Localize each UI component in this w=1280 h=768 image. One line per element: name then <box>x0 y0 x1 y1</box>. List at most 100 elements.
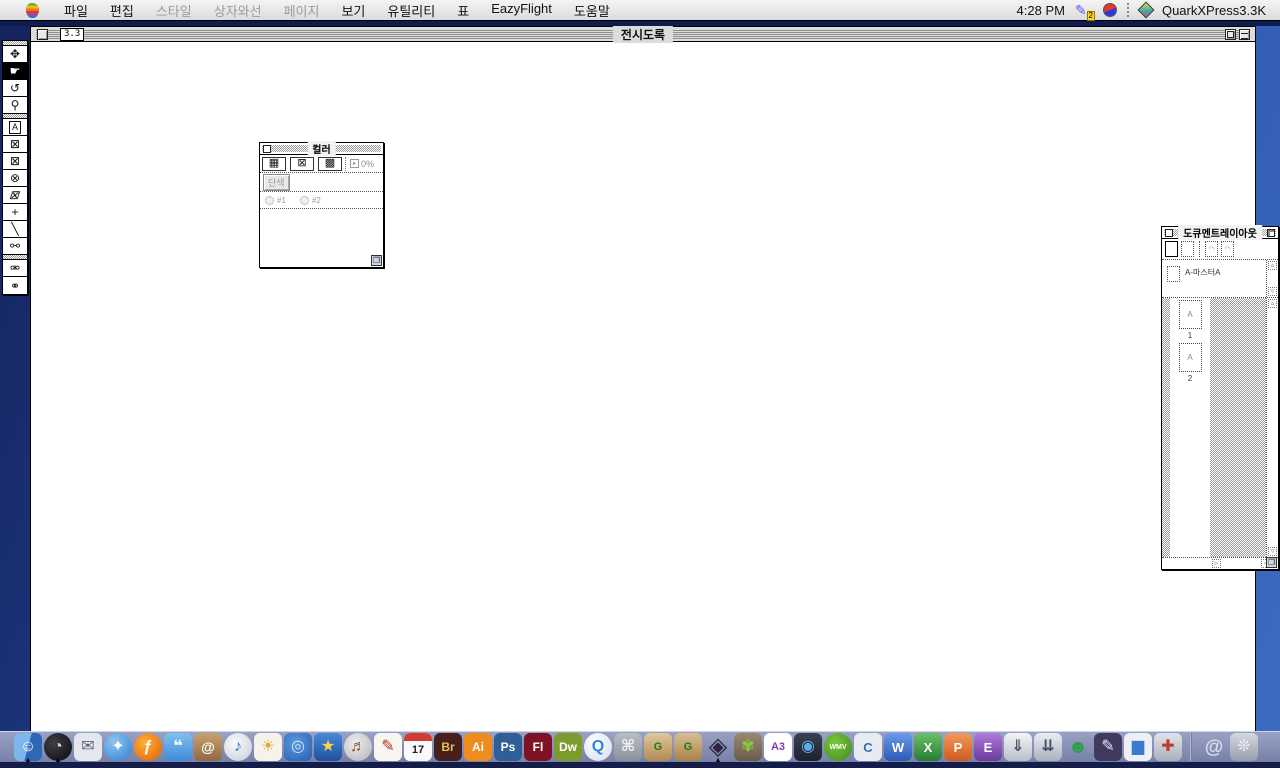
dock-safari[interactable]: ✦ <box>104 733 132 761</box>
dock-stuffit-expander[interactable]: ⇓ <box>1004 733 1032 761</box>
dock-ms-powerpoint[interactable]: P <box>944 733 972 761</box>
dock-installer-box-2[interactable]: G <box>674 733 702 761</box>
dock-itunes[interactable]: ♪ <box>224 733 252 761</box>
colors-grow-box[interactable]: ❐ <box>371 255 382 266</box>
dock-dashboard[interactable]: ◔▲ <box>44 733 72 761</box>
orthogonal-line-tool[interactable]: + <box>3 204 27 221</box>
dock-trash-full[interactable]: ❊ <box>1230 733 1258 761</box>
dock-finder[interactable]: ☺▲ <box>14 733 42 761</box>
scroll-down-icon[interactable]: ▿ <box>1268 287 1277 296</box>
dock-dropstuff[interactable]: ⇊ <box>1034 733 1062 761</box>
apple-menu-icon[interactable] <box>26 3 39 18</box>
window-close-box[interactable] <box>37 29 48 40</box>
quarkxpress-app-icon[interactable] <box>1137 2 1154 19</box>
layout-palette-close-box[interactable] <box>1165 229 1173 237</box>
dock-script-editor[interactable]: ✎ <box>1094 733 1122 761</box>
dock-apple-grey-app[interactable]: ⌘ <box>614 733 642 761</box>
line-tool[interactable]: ╲ <box>3 221 27 238</box>
shade-field[interactable]: ▸ 0% <box>345 157 374 171</box>
layout-palette-titlebar[interactable]: 도큐멘트레이아웃 <box>1162 227 1278 239</box>
menu-item[interactable]: 상자와선 <box>203 0 273 22</box>
dock-compressor[interactable]: C <box>854 733 882 761</box>
dock-installer-box-1[interactable]: G <box>644 733 672 761</box>
pages-pasteboard[interactable]: A1A2 <box>1162 298 1266 557</box>
content-tool[interactable]: ☛ <box>3 63 27 80</box>
document-canvas[interactable] <box>31 43 1255 732</box>
layout-grow-box[interactable]: ❐ <box>1266 557 1277 568</box>
menu-page[interactable]: 페이지 <box>273 0 331 22</box>
menu-edit[interactable]: 편집 <box>99 0 145 22</box>
scroll-down-icon[interactable]: ▿ <box>1268 547 1277 556</box>
korean-ime-icon[interactable] <box>1103 3 1117 17</box>
zoom-tool[interactable]: ⚲ <box>3 97 27 114</box>
dock-adobe-illustrator[interactable]: Ai <box>464 733 492 761</box>
dock-adobe-photoshop[interactable]: Ps <box>494 733 522 761</box>
layout-palette-zoom-box[interactable] <box>1267 229 1275 237</box>
master-page-entry[interactable]: A-마스터A <box>1162 260 1266 297</box>
window-zoom-box[interactable] <box>1225 29 1236 40</box>
master-page-icon[interactable] <box>1181 241 1194 257</box>
page-thumb-2[interactable]: A <box>1179 343 1202 372</box>
dock-imovie[interactable]: ★ <box>314 733 342 761</box>
linking-tool[interactable]: ⚯ <box>3 238 27 255</box>
menu-utilities[interactable]: 유틸리티 <box>376 0 446 22</box>
ime-pencil-icon[interactable]: ✎2 <box>1075 2 1093 19</box>
text-box-tool[interactable]: A <box>3 119 27 136</box>
rounded-picture-box-tool[interactable]: ⊠ <box>3 153 27 170</box>
dock-ical[interactable]: 17 <box>404 733 432 761</box>
dock-docked-url[interactable]: @ <box>1200 733 1228 761</box>
pages-horizontal-scrollbar[interactable]: ▹ ◃ <box>1162 557 1278 569</box>
dock-adobe-flash[interactable]: Fl <box>524 733 552 761</box>
menu-help[interactable]: 도움말 <box>563 0 621 22</box>
polygon-picture-box-tool[interactable]: ⊠ <box>3 187 27 204</box>
dock-address-book[interactable]: @ <box>194 733 222 761</box>
rotation-tool[interactable]: ↺ <box>3 80 27 97</box>
dock-mail[interactable]: ✉ <box>74 733 102 761</box>
dock-ms-word[interactable]: W <box>884 733 912 761</box>
colors-palette-close-box[interactable] <box>263 145 271 153</box>
dock-texteditor[interactable]: ✎ <box>374 733 402 761</box>
menu-table[interactable]: 표 <box>446 0 480 22</box>
duplicate-page-icon[interactable]: ◠ <box>1205 241 1218 257</box>
dock-adobe-dreamweaver[interactable]: Dw <box>554 733 582 761</box>
menu-eazyflight[interactable]: EazyFlight <box>480 0 563 22</box>
dock-firefox[interactable]: ƒ <box>134 733 162 761</box>
dock-ms-excel[interactable]: X <box>914 733 942 761</box>
swatch-2[interactable]: #2 <box>300 196 321 205</box>
box-color-button[interactable]: ⊠ <box>290 157 314 171</box>
dock-ms-entourage[interactable]: E <box>974 733 1002 761</box>
scroll-right-icon[interactable]: ▹ <box>1212 559 1221 568</box>
master-page-thumb[interactable] <box>1167 266 1180 282</box>
dock-graph-utility[interactable]: ▆ <box>1124 733 1152 761</box>
colors-list-area[interactable] <box>260 209 383 267</box>
blank-page-icon[interactable] <box>1165 241 1178 257</box>
colors-palette-titlebar[interactable]: 컬러 <box>260 143 383 155</box>
menu-file[interactable]: 파일 <box>53 0 99 22</box>
scroll-up-icon[interactable]: ▵ <box>1268 261 1277 270</box>
delete-page-icon[interactable]: ◠ <box>1221 241 1234 257</box>
dock-flip4mac-wmv[interactable]: WMV <box>824 733 852 761</box>
dock-media-utility[interactable]: ✾ <box>734 733 762 761</box>
dock-cocktail-utility[interactable]: ✚ <box>1154 733 1182 761</box>
dock-sheepshaver[interactable]: ◈▲ <box>704 733 732 761</box>
dock-garageband[interactable]: ♬ <box>344 733 372 761</box>
menu-view[interactable]: 보기 <box>330 0 376 22</box>
menu-style[interactable]: 스타일 <box>145 0 203 22</box>
shade-button[interactable]: ▩ <box>318 157 342 171</box>
dock-adobe-bridge[interactable]: Br <box>434 733 462 761</box>
dock-ichat[interactable]: ❝ <box>164 733 192 761</box>
rectangle-picture-box-tool[interactable]: ⊠ <box>3 136 27 153</box>
unlinking-tool[interactable]: ⚮ <box>3 260 27 277</box>
swatch-1[interactable]: #1 <box>265 196 286 205</box>
scroll-up-icon[interactable]: ▵ <box>1268 299 1277 308</box>
dock-idvd[interactable]: ◎ <box>284 733 312 761</box>
pages-scrollbar[interactable]: ▵ ▿ <box>1266 298 1278 557</box>
frame-color-button[interactable]: ▦ <box>262 157 286 171</box>
window-collapse-box[interactable] <box>1239 29 1250 40</box>
solid-color-button[interactable]: 단색 <box>263 174 290 191</box>
extra-link-tool[interactable]: ⚭ <box>3 277 27 294</box>
dock-quicktime[interactable]: Q <box>584 733 612 761</box>
dock-msn-messenger[interactable]: ☻ <box>1064 733 1092 761</box>
app-switcher-label[interactable]: QuarkXPress3.3K <box>1162 3 1266 18</box>
master-scrollbar[interactable]: ▵ ▿ <box>1266 260 1278 297</box>
